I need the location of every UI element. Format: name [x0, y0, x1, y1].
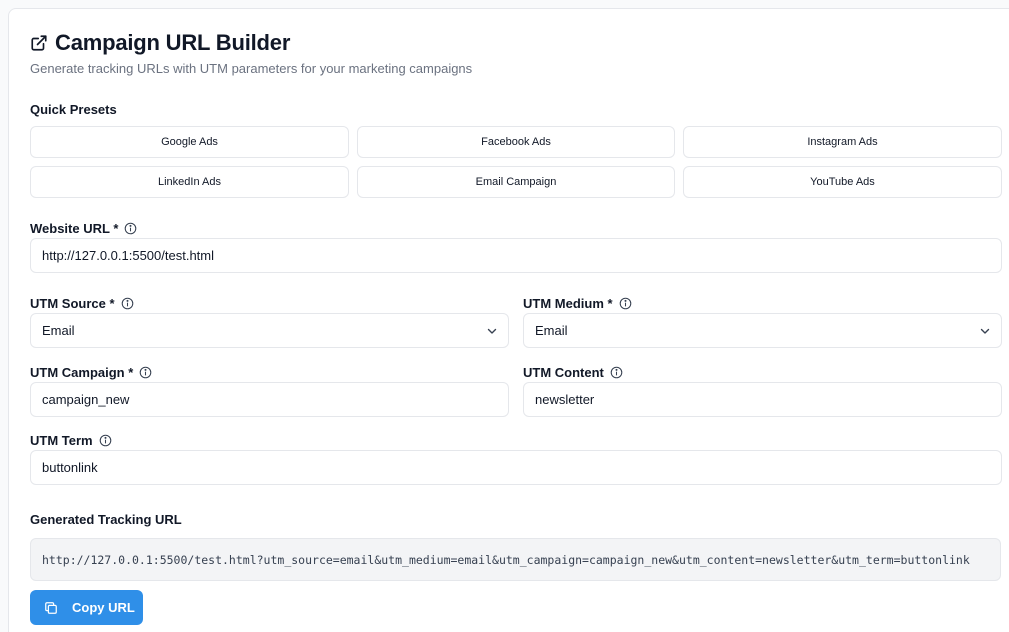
- utm-campaign-label: UTM Campaign *: [30, 364, 152, 380]
- utm-content-label: UTM Content: [523, 364, 623, 380]
- website-url-label: Website URL *: [30, 220, 137, 236]
- website-url-label-text: Website URL *: [30, 220, 119, 236]
- preset-instagram-ads-button[interactable]: Instagram Ads: [683, 126, 1002, 158]
- preset-label: YouTube Ads: [810, 176, 875, 188]
- utm-campaign-value: campaign_new: [42, 392, 130, 407]
- preset-label: Instagram Ads: [807, 136, 878, 148]
- utm-medium-label: UTM Medium *: [523, 295, 632, 311]
- chevron-down-icon: [979, 325, 991, 337]
- utm-term-value: buttonlink: [42, 460, 98, 475]
- generated-url-text: http://127.0.0.1:5500/test.html?utm_sour…: [42, 552, 970, 567]
- info-icon[interactable]: [121, 297, 134, 310]
- utm-medium-value: Email: [535, 323, 568, 338]
- copy-url-button[interactable]: Copy URL: [30, 590, 143, 625]
- copy-icon: [44, 601, 58, 615]
- page-header: Campaign URL Builder: [30, 30, 290, 56]
- website-url-input[interactable]: http://127.0.0.1:5500/test.html: [30, 238, 1002, 273]
- generated-url-output[interactable]: http://127.0.0.1:5500/test.html?utm_sour…: [30, 538, 1001, 581]
- utm-source-value: Email: [42, 323, 75, 338]
- external-link-icon: [30, 34, 48, 52]
- preset-youtube-ads-button[interactable]: YouTube Ads: [683, 166, 1002, 198]
- info-icon[interactable]: [124, 222, 137, 235]
- preset-label: Email Campaign: [475, 176, 557, 188]
- copy-url-label: Copy URL: [72, 600, 135, 615]
- preset-label: Facebook Ads: [481, 136, 551, 148]
- chevron-down-icon: [486, 325, 498, 337]
- page-title: Campaign URL Builder: [55, 30, 291, 55]
- website-url-value: http://127.0.0.1:5500/test.html: [42, 248, 215, 263]
- utm-medium-select[interactable]: Email: [523, 313, 1002, 348]
- preset-google-ads-button[interactable]: Google Ads: [30, 126, 349, 158]
- utm-campaign-input[interactable]: campaign_new: [30, 382, 509, 417]
- info-icon[interactable]: [99, 434, 112, 447]
- utm-term-label-text: UTM Term: [30, 432, 93, 448]
- info-icon[interactable]: [610, 366, 623, 379]
- info-icon[interactable]: [619, 297, 632, 310]
- utm-medium-label-text: UTM Medium *: [523, 295, 613, 311]
- preset-email-campaign-button[interactable]: Email Campaign: [357, 166, 675, 198]
- page-subtitle: Generate tracking URLs with UTM paramete…: [30, 61, 473, 76]
- utm-source-label: UTM Source *: [30, 295, 134, 311]
- presets-label: Quick Presets: [30, 102, 117, 117]
- utm-campaign-label-text: UTM Campaign *: [30, 364, 134, 380]
- utm-term-label: UTM Term: [30, 432, 112, 448]
- info-icon[interactable]: [139, 366, 152, 379]
- utm-content-input[interactable]: newsletter: [523, 382, 1002, 417]
- preset-linkedin-ads-button[interactable]: LinkedIn Ads: [30, 166, 349, 198]
- preset-facebook-ads-button[interactable]: Facebook Ads: [357, 126, 675, 158]
- generated-url-label: Generated Tracking URL: [30, 512, 182, 527]
- utm-content-label-text: UTM Content: [523, 364, 604, 380]
- utm-source-label-text: UTM Source *: [30, 295, 115, 311]
- preset-label: Google Ads: [161, 136, 218, 148]
- utm-content-value: newsletter: [535, 392, 595, 407]
- utm-source-select[interactable]: Email: [30, 313, 509, 348]
- preset-label: LinkedIn Ads: [158, 176, 221, 188]
- utm-term-input[interactable]: buttonlink: [30, 450, 1002, 485]
